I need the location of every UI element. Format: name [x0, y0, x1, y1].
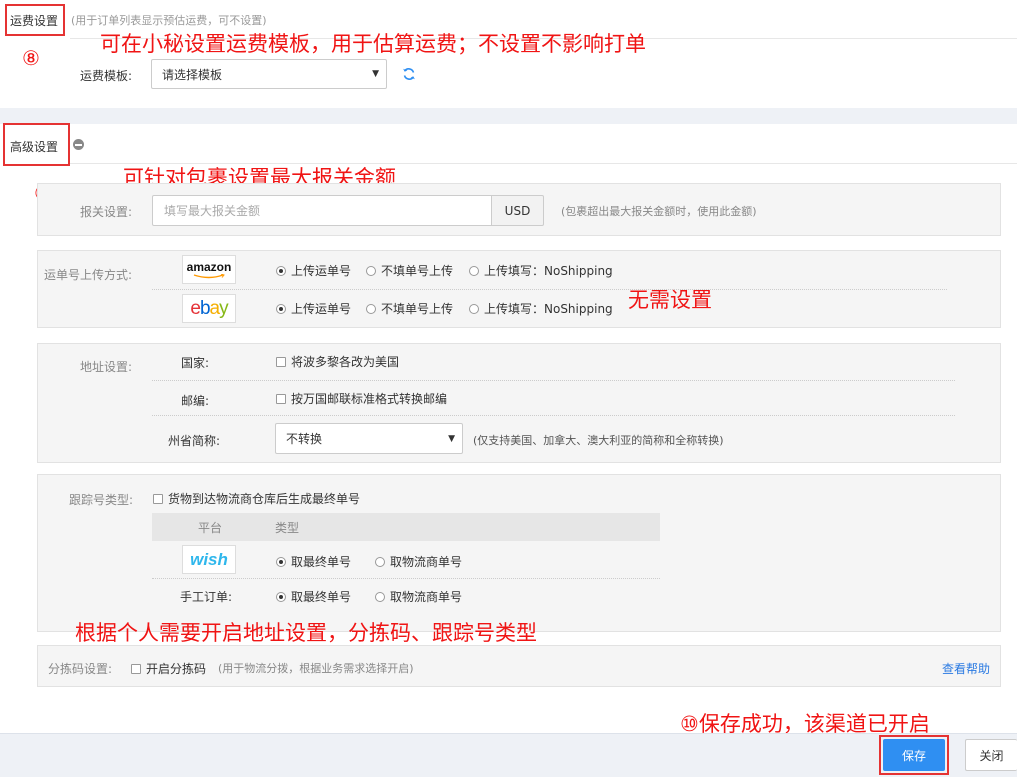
customs-amount-input[interactable]: 填写最大报关金额 — [152, 195, 492, 226]
ebay-option-upload[interactable]: 上传运单号 — [276, 300, 351, 317]
country-label: 国家: — [181, 356, 210, 370]
radio-icon — [469, 303, 479, 314]
collapse-icon[interactable] — [73, 139, 84, 150]
radio-icon — [276, 591, 286, 602]
freight-section-title: 运费设置 — [10, 14, 59, 28]
wish-option-carrier[interactable]: 取物流商单号 — [375, 553, 462, 570]
tracking-label: 跟踪号类型: — [69, 493, 134, 507]
country-checkbox[interactable]: 将波多黎各改为美国 — [276, 353, 399, 370]
footer-bar — [0, 733, 1017, 777]
section-separator — [0, 108, 1017, 124]
radio-icon — [276, 556, 286, 567]
sorting-enable-checkbox[interactable]: 开启分拣码 — [131, 660, 206, 677]
tracking-table-header — [152, 513, 660, 541]
tracking-col-type: 类型 — [275, 521, 300, 535]
upload-label: 运单号上传方式: — [44, 268, 133, 282]
checkbox-icon — [276, 356, 286, 367]
manual-option-carrier[interactable]: 取物流商单号 — [375, 588, 462, 605]
sorting-label: 分拣码设置: — [48, 662, 113, 676]
advanced-section-title: 高级设置 — [10, 140, 59, 154]
manual-order-label: 手工订单: — [180, 590, 233, 604]
manual-option-final[interactable]: 取最终单号 — [276, 588, 351, 605]
freight-section-desc: (用于订单列表显示预估运费，可不设置) — [71, 14, 267, 27]
ebay-logo: ebay — [182, 294, 236, 323]
radio-icon — [366, 303, 376, 314]
sorting-help-link[interactable]: 查看帮助 — [942, 660, 990, 677]
chevron-down-icon: ▼ — [448, 433, 455, 444]
tracking-row-divider — [152, 578, 660, 579]
state-label: 州省简称: — [168, 434, 221, 448]
radio-icon — [276, 303, 286, 314]
checkbox-icon — [153, 493, 163, 504]
amazon-option-no-number[interactable]: 不填单号上传 — [366, 262, 453, 279]
upload-row-divider — [152, 289, 947, 290]
freight-template-select[interactable]: 请选择模板 ▼ — [151, 59, 387, 89]
annotation-8-text: 可在小秘设置运费模板，用于估算运费；不设置不影响打单 — [100, 32, 646, 56]
radio-icon — [366, 265, 376, 276]
checkbox-icon — [276, 393, 286, 404]
zip-checkbox[interactable]: 按万国邮联标准格式转换邮编 — [276, 390, 447, 407]
annotation-upload-text: 无需设置 — [628, 288, 712, 312]
amazon-option-noshipping[interactable]: 上传填写：NoShipping — [469, 262, 613, 279]
zip-label: 邮编: — [181, 394, 210, 408]
tracking-col-platform: 平台 — [198, 521, 223, 535]
state-select-value: 不转换 — [286, 432, 323, 446]
customs-currency-addon: USD — [492, 195, 544, 226]
radio-icon — [469, 265, 479, 276]
amazon-option-upload[interactable]: 上传运单号 — [276, 262, 351, 279]
checkbox-icon — [131, 663, 141, 674]
radio-icon — [375, 556, 385, 567]
chevron-down-icon: ▼ — [372, 69, 379, 79]
tracking-final-checkbox[interactable]: 货物到达物流商仓库后生成最终单号 — [153, 490, 360, 507]
address-label: 地址设置: — [80, 360, 133, 374]
wish-option-final[interactable]: 取最终单号 — [276, 553, 351, 570]
close-button[interactable]: 关闭 — [965, 739, 1017, 771]
ebay-option-no-number[interactable]: 不填单号上传 — [366, 300, 453, 317]
wish-logo: wish — [182, 545, 236, 574]
freight-template-label: 运费模板: — [80, 69, 133, 83]
radio-icon — [276, 265, 286, 276]
refresh-icon[interactable] — [401, 66, 417, 82]
annotation-8-number: ⑧ — [22, 46, 40, 70]
state-hint: (仅支持美国、加拿大、澳大利亚的简称和全称转换) — [473, 434, 724, 447]
address-row-divider-2 — [152, 415, 955, 416]
sorting-hint: (用于物流分拨，根据业务需求选择开启) — [218, 662, 414, 675]
state-select[interactable]: 不转换 ▼ — [275, 423, 463, 454]
save-button[interactable]: 保存 — [883, 739, 945, 771]
address-row-divider-1 — [152, 380, 955, 381]
annotation-bottom-text: 根据个人需要开启地址设置，分拣码、跟踪号类型 — [75, 621, 537, 645]
ebay-option-noshipping[interactable]: 上传填写：NoShipping — [469, 300, 613, 317]
radio-icon — [375, 591, 385, 602]
customs-label: 报关设置: — [80, 205, 133, 219]
amazon-logo: amazon — [182, 255, 236, 284]
freight-template-value: 请选择模板 — [162, 67, 223, 82]
customs-hint: (包裹超出最大报关金额时，使用此金额) — [561, 205, 757, 218]
